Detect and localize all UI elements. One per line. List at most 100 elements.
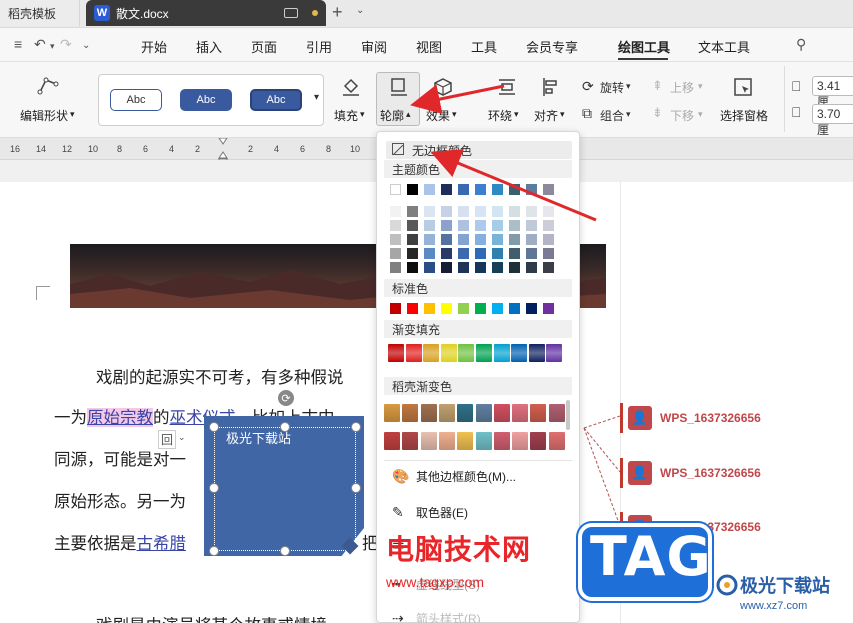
gallery-expand-icon[interactable]: ▾ (314, 92, 319, 103)
bring-forward-icon[interactable]: ⇞ (652, 78, 663, 94)
daoke-gradient-swatch[interactable] (402, 432, 419, 450)
group-dropdown-icon[interactable]: ▾ (626, 109, 631, 120)
menu-page[interactable]: 页面 (251, 37, 277, 56)
resize-handle[interactable] (280, 546, 290, 556)
theme-color-swatch[interactable] (526, 206, 537, 217)
send-backward-dropdown-icon[interactable]: ▾ (698, 109, 703, 120)
hamburger-icon[interactable]: ≡ (14, 36, 22, 52)
daoke-gradient-swatch[interactable] (493, 432, 510, 450)
daoke-gradient-swatch[interactable] (438, 404, 455, 422)
daoke-gradient-swatch[interactable] (420, 404, 437, 422)
menu-review[interactable]: 审阅 (361, 37, 387, 56)
theme-color-swatch[interactable] (407, 184, 418, 195)
edit-shape-icon[interactable] (36, 74, 60, 101)
comment-card[interactable]: 👤 WPS_1637326656 (622, 403, 822, 433)
theme-color-swatch[interactable] (475, 184, 486, 195)
daoke-gradient-swatch[interactable] (530, 432, 547, 450)
standard-color-swatch[interactable] (475, 303, 486, 314)
resize-handle[interactable] (209, 483, 219, 493)
send-backward-icon[interactable]: ⇟ (652, 105, 663, 121)
more-colors-item[interactable]: 🎨 其他边框颜色(M)... (392, 468, 516, 485)
theme-color-swatch[interactable] (526, 262, 537, 273)
rotate-handle-icon[interactable]: ⟳ (278, 390, 294, 406)
chevron-down-icon[interactable]: ⌄ (356, 5, 364, 16)
theme-color-swatch[interactable] (475, 248, 486, 259)
theme-color-swatch[interactable] (526, 234, 537, 245)
menu-drawing-tools[interactable]: 绘图工具 (618, 37, 670, 56)
height-input[interactable]: 3.41厘 (812, 76, 853, 109)
theme-color-swatch[interactable] (475, 234, 486, 245)
customize-icon[interactable]: ⌄ (82, 40, 90, 51)
theme-color-swatch[interactable] (492, 262, 503, 273)
menu-member[interactable]: 会员专享 (526, 37, 578, 56)
gradient-scrollbar[interactable] (566, 400, 570, 430)
theme-color-swatch[interactable] (458, 184, 469, 195)
standard-color-swatch[interactable] (509, 303, 520, 314)
theme-color-swatch[interactable] (543, 248, 554, 259)
hyperlink[interactable]: 古希腊 (137, 534, 187, 553)
undo-dropdown-icon[interactable]: ▾ (50, 41, 55, 52)
theme-color-swatch[interactable] (475, 220, 486, 231)
no-outline-label[interactable]: 无边框颜色 (412, 142, 472, 159)
theme-color-swatch[interactable] (543, 206, 554, 217)
daoke-gradient-swatch[interactable] (384, 432, 400, 450)
theme-color-swatch[interactable] (543, 184, 554, 195)
theme-color-swatch[interactable] (543, 234, 554, 245)
style-abc-outline[interactable]: Abc (110, 89, 162, 111)
daoke-gradient-swatch[interactable] (402, 404, 419, 422)
theme-color-swatch[interactable] (407, 220, 418, 231)
rotate-dropdown-icon[interactable]: ▾ (626, 81, 631, 92)
align-label[interactable]: 对齐 (534, 107, 558, 124)
gradient-swatch[interactable] (440, 344, 457, 362)
fill-icon[interactable] (340, 76, 362, 101)
group-label[interactable]: 组合 (600, 107, 624, 124)
theme-color-swatch[interactable] (543, 262, 554, 273)
menu-start[interactable]: 开始 (141, 37, 167, 56)
theme-color-swatch[interactable] (441, 184, 452, 195)
theme-color-swatch[interactable] (475, 262, 486, 273)
theme-color-swatch[interactable] (441, 220, 452, 231)
arrow-style-item[interactable]: ⇢ 箭头样式(R) (392, 610, 481, 623)
send-backward-label[interactable]: 下移 (670, 107, 694, 124)
effect-dropdown-icon[interactable]: ▾ (452, 109, 457, 120)
menu-references[interactable]: 引用 (306, 37, 332, 56)
theme-color-swatch[interactable] (492, 206, 503, 217)
resize-handle[interactable] (351, 422, 361, 432)
gradient-swatch[interactable] (405, 344, 422, 362)
theme-color-swatch[interactable] (458, 206, 469, 217)
gradient-swatch[interactable] (423, 344, 440, 362)
gradient-swatch[interactable] (458, 344, 475, 362)
layout-options-dropdown-icon[interactable]: ⌄ (178, 432, 186, 443)
theme-color-swatch[interactable] (458, 248, 469, 259)
theme-color-swatch[interactable] (407, 262, 418, 273)
theme-color-swatch[interactable] (526, 184, 537, 195)
daoke-gradient-swatch[interactable] (548, 432, 565, 450)
theme-color-swatch[interactable] (492, 184, 503, 195)
theme-color-swatch[interactable] (407, 234, 418, 245)
theme-color-swatch[interactable] (458, 262, 469, 273)
outline-icon[interactable] (388, 76, 410, 101)
theme-color-swatch[interactable] (509, 262, 520, 273)
redo-icon[interactable]: ↷ (60, 36, 72, 53)
theme-color-swatch[interactable] (458, 220, 469, 231)
select-pane-label[interactable]: 选择窗格 (720, 107, 768, 124)
standard-color-swatch[interactable] (390, 303, 401, 314)
theme-color-swatch[interactable] (441, 262, 452, 273)
standard-color-swatch[interactable] (458, 303, 469, 314)
comment-card[interactable]: 👤 WPS_1637326656 (622, 458, 822, 488)
theme-color-swatch[interactable] (424, 262, 435, 273)
style-abc-filled-border[interactable]: Abc (250, 89, 302, 111)
outline-dropdown-icon[interactable]: ▴ (406, 109, 411, 120)
standard-color-swatch[interactable] (407, 303, 418, 314)
standard-color-swatch[interactable] (492, 303, 503, 314)
style-abc-filled[interactable]: Abc (180, 89, 232, 111)
theme-color-swatch[interactable] (509, 184, 520, 195)
monitor-icon[interactable] (284, 8, 298, 18)
menu-tools[interactable]: 工具 (471, 37, 497, 56)
new-tab-icon[interactable]: + (332, 2, 343, 23)
menu-text-tools[interactable]: 文本工具 (698, 37, 750, 56)
theme-color-swatch[interactable] (407, 206, 418, 217)
rotate-label[interactable]: 旋转 (600, 79, 624, 96)
gradient-swatch[interactable] (528, 344, 545, 362)
resize-handle[interactable] (280, 422, 290, 432)
